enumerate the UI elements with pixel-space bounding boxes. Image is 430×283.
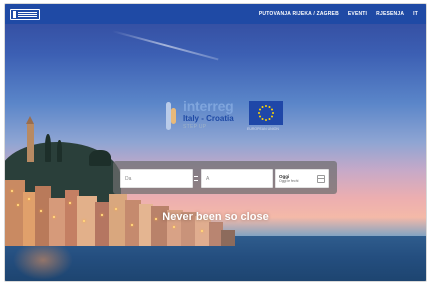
brand-subtitle: Italy - Croatia <box>183 114 234 123</box>
sky-contrail <box>111 30 219 61</box>
site-logo[interactable] <box>10 8 40 20</box>
interreg-logo: interreg Italy - Croatia STEP UP EUROPEA… <box>166 98 286 137</box>
hero-tagline: Never been so close <box>162 211 269 223</box>
trip-search-panel: Da A Oggi Oggi le fechi <box>113 161 337 194</box>
eu-caption: EUROPEAN UNION <box>247 127 279 131</box>
origin-field[interactable]: Da <box>120 169 193 188</box>
top-navigation-bar: PUTOVANJA RIJEKA / ZAGREB EVENTI RJESENJ… <box>5 4 426 24</box>
brand-title: interreg <box>183 98 234 114</box>
nav-item-language[interactable]: IT <box>413 11 418 17</box>
origin-placeholder: Da <box>125 175 132 182</box>
destination-placeholder: A <box>206 175 210 182</box>
date-value: Oggi le fechi <box>279 179 299 183</box>
destination-field[interactable]: A <box>201 169 273 188</box>
date-picker[interactable]: Oggi Oggi le fechi <box>275 169 329 188</box>
brand-program: STEP UP <box>183 124 207 130</box>
nav-item-solutions[interactable]: RJESENJA <box>376 11 404 17</box>
calendar-icon[interactable] <box>317 175 325 183</box>
eu-flag-icon <box>249 101 283 125</box>
sea-reflection <box>13 240 73 280</box>
main-nav: PUTOVANJA RIJEKA / ZAGREB EVENTI RJESENJ… <box>259 11 418 17</box>
app-window: PUTOVANJA RIJEKA / ZAGREB EVENTI RJESENJ… <box>4 3 427 282</box>
interreg-mark-icon <box>166 102 178 130</box>
nav-item-events[interactable]: EVENTI <box>348 11 367 17</box>
nav-item-travel[interactable]: PUTOVANJA RIJEKA / ZAGREB <box>259 11 339 17</box>
swap-arrows-icon[interactable] <box>194 176 198 181</box>
